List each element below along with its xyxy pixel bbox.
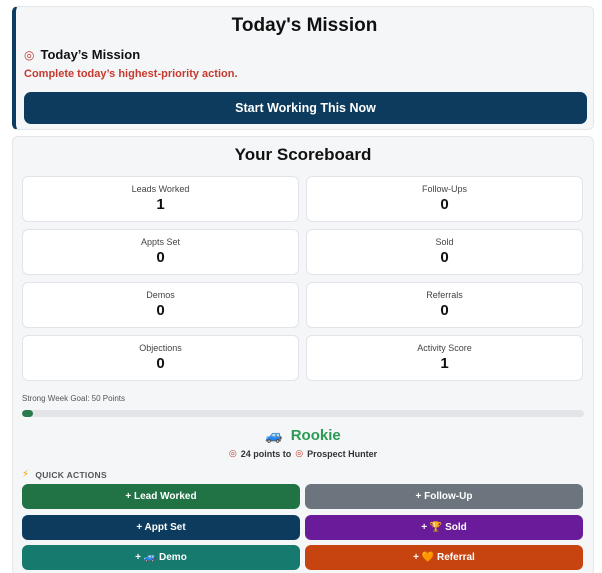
scoreboard-heading: Your Scoreboard xyxy=(234,145,372,164)
scoreboard-card: Your Scoreboard Leads Worked 1 Follow-Up… xyxy=(12,136,594,573)
goal-progress-bar xyxy=(22,410,584,417)
add-follow-up-button[interactable]: + Follow-Up xyxy=(305,484,583,509)
stat-label: Appts Set xyxy=(140,237,181,247)
mission-subtitle: Today’s Mission xyxy=(40,47,141,62)
mission-card: Today's Mission ◎ Today’s Mission Comple… xyxy=(12,6,594,130)
stat-leads-worked: Leads Worked 1 xyxy=(22,176,299,222)
stat-activity-score: Activity Score 1 xyxy=(306,335,583,381)
target-icon: ◎ xyxy=(24,47,35,62)
stat-value: 0 xyxy=(156,355,165,372)
stat-label: Objections xyxy=(139,343,182,353)
stat-value: 1 xyxy=(156,196,165,213)
stat-appts-set: Appts Set 0 xyxy=(22,229,299,275)
start-working-button[interactable]: Start Working This Now xyxy=(24,92,587,124)
add-demo-button[interactable]: + 🚙 Demo xyxy=(22,545,300,570)
car-icon: 🚙 xyxy=(265,427,283,444)
points-to-next-rank: ◎ 24 points to ◎ Prospect Hunter xyxy=(13,449,593,459)
stat-referrals: Referrals 0 xyxy=(306,282,583,328)
stat-label: Follow-Ups xyxy=(421,184,467,194)
stat-label: Leads Worked xyxy=(131,184,190,194)
stat-demos: Demos 0 xyxy=(22,282,299,328)
rank-row: 🚙 Rookie xyxy=(13,427,593,444)
goal-progress-fill xyxy=(22,410,34,417)
mission-heading: Today's Mission xyxy=(231,15,378,36)
mission-subtitle-row: ◎ Today’s Mission xyxy=(24,47,140,62)
stat-objections: Objections 0 xyxy=(22,335,299,381)
points-text: 24 points to xyxy=(240,449,292,459)
rank-title: Rookie xyxy=(290,427,341,444)
stat-label: Referrals xyxy=(426,290,463,300)
add-referral-button[interactable]: + 🧡 Referral xyxy=(305,545,583,570)
add-appt-set-button[interactable]: + Appt Set xyxy=(22,515,300,540)
mission-description: Complete today’s highest-priority action… xyxy=(24,68,238,80)
stat-follow-ups: Follow-Ups 0 xyxy=(306,176,583,222)
target-icon: ◎ xyxy=(228,449,237,459)
quick-actions-label: ⚡ QUICK ACTIONS xyxy=(22,469,107,480)
stat-value: 0 xyxy=(440,302,449,319)
stat-label: Sold xyxy=(435,237,454,247)
stat-value: 0 xyxy=(440,196,449,213)
stat-value: 1 xyxy=(440,355,449,372)
add-sold-button[interactable]: + 🏆 Sold xyxy=(305,515,583,540)
quick-actions-text: QUICK ACTIONS xyxy=(35,469,107,480)
stat-sold: Sold 0 xyxy=(306,229,583,275)
lightning-icon: ⚡ xyxy=(22,469,30,480)
stat-value: 0 xyxy=(156,249,165,266)
target-icon: ◎ xyxy=(295,449,304,459)
add-lead-worked-button[interactable]: + Lead Worked xyxy=(22,484,300,509)
stat-label: Demos xyxy=(146,290,175,300)
goal-label: Strong Week Goal: 50 Points xyxy=(22,394,126,403)
stat-label: Activity Score xyxy=(417,343,472,353)
next-rank-text: Prospect Hunter xyxy=(307,449,378,459)
stat-value: 0 xyxy=(440,249,449,266)
stat-value: 0 xyxy=(156,302,165,319)
